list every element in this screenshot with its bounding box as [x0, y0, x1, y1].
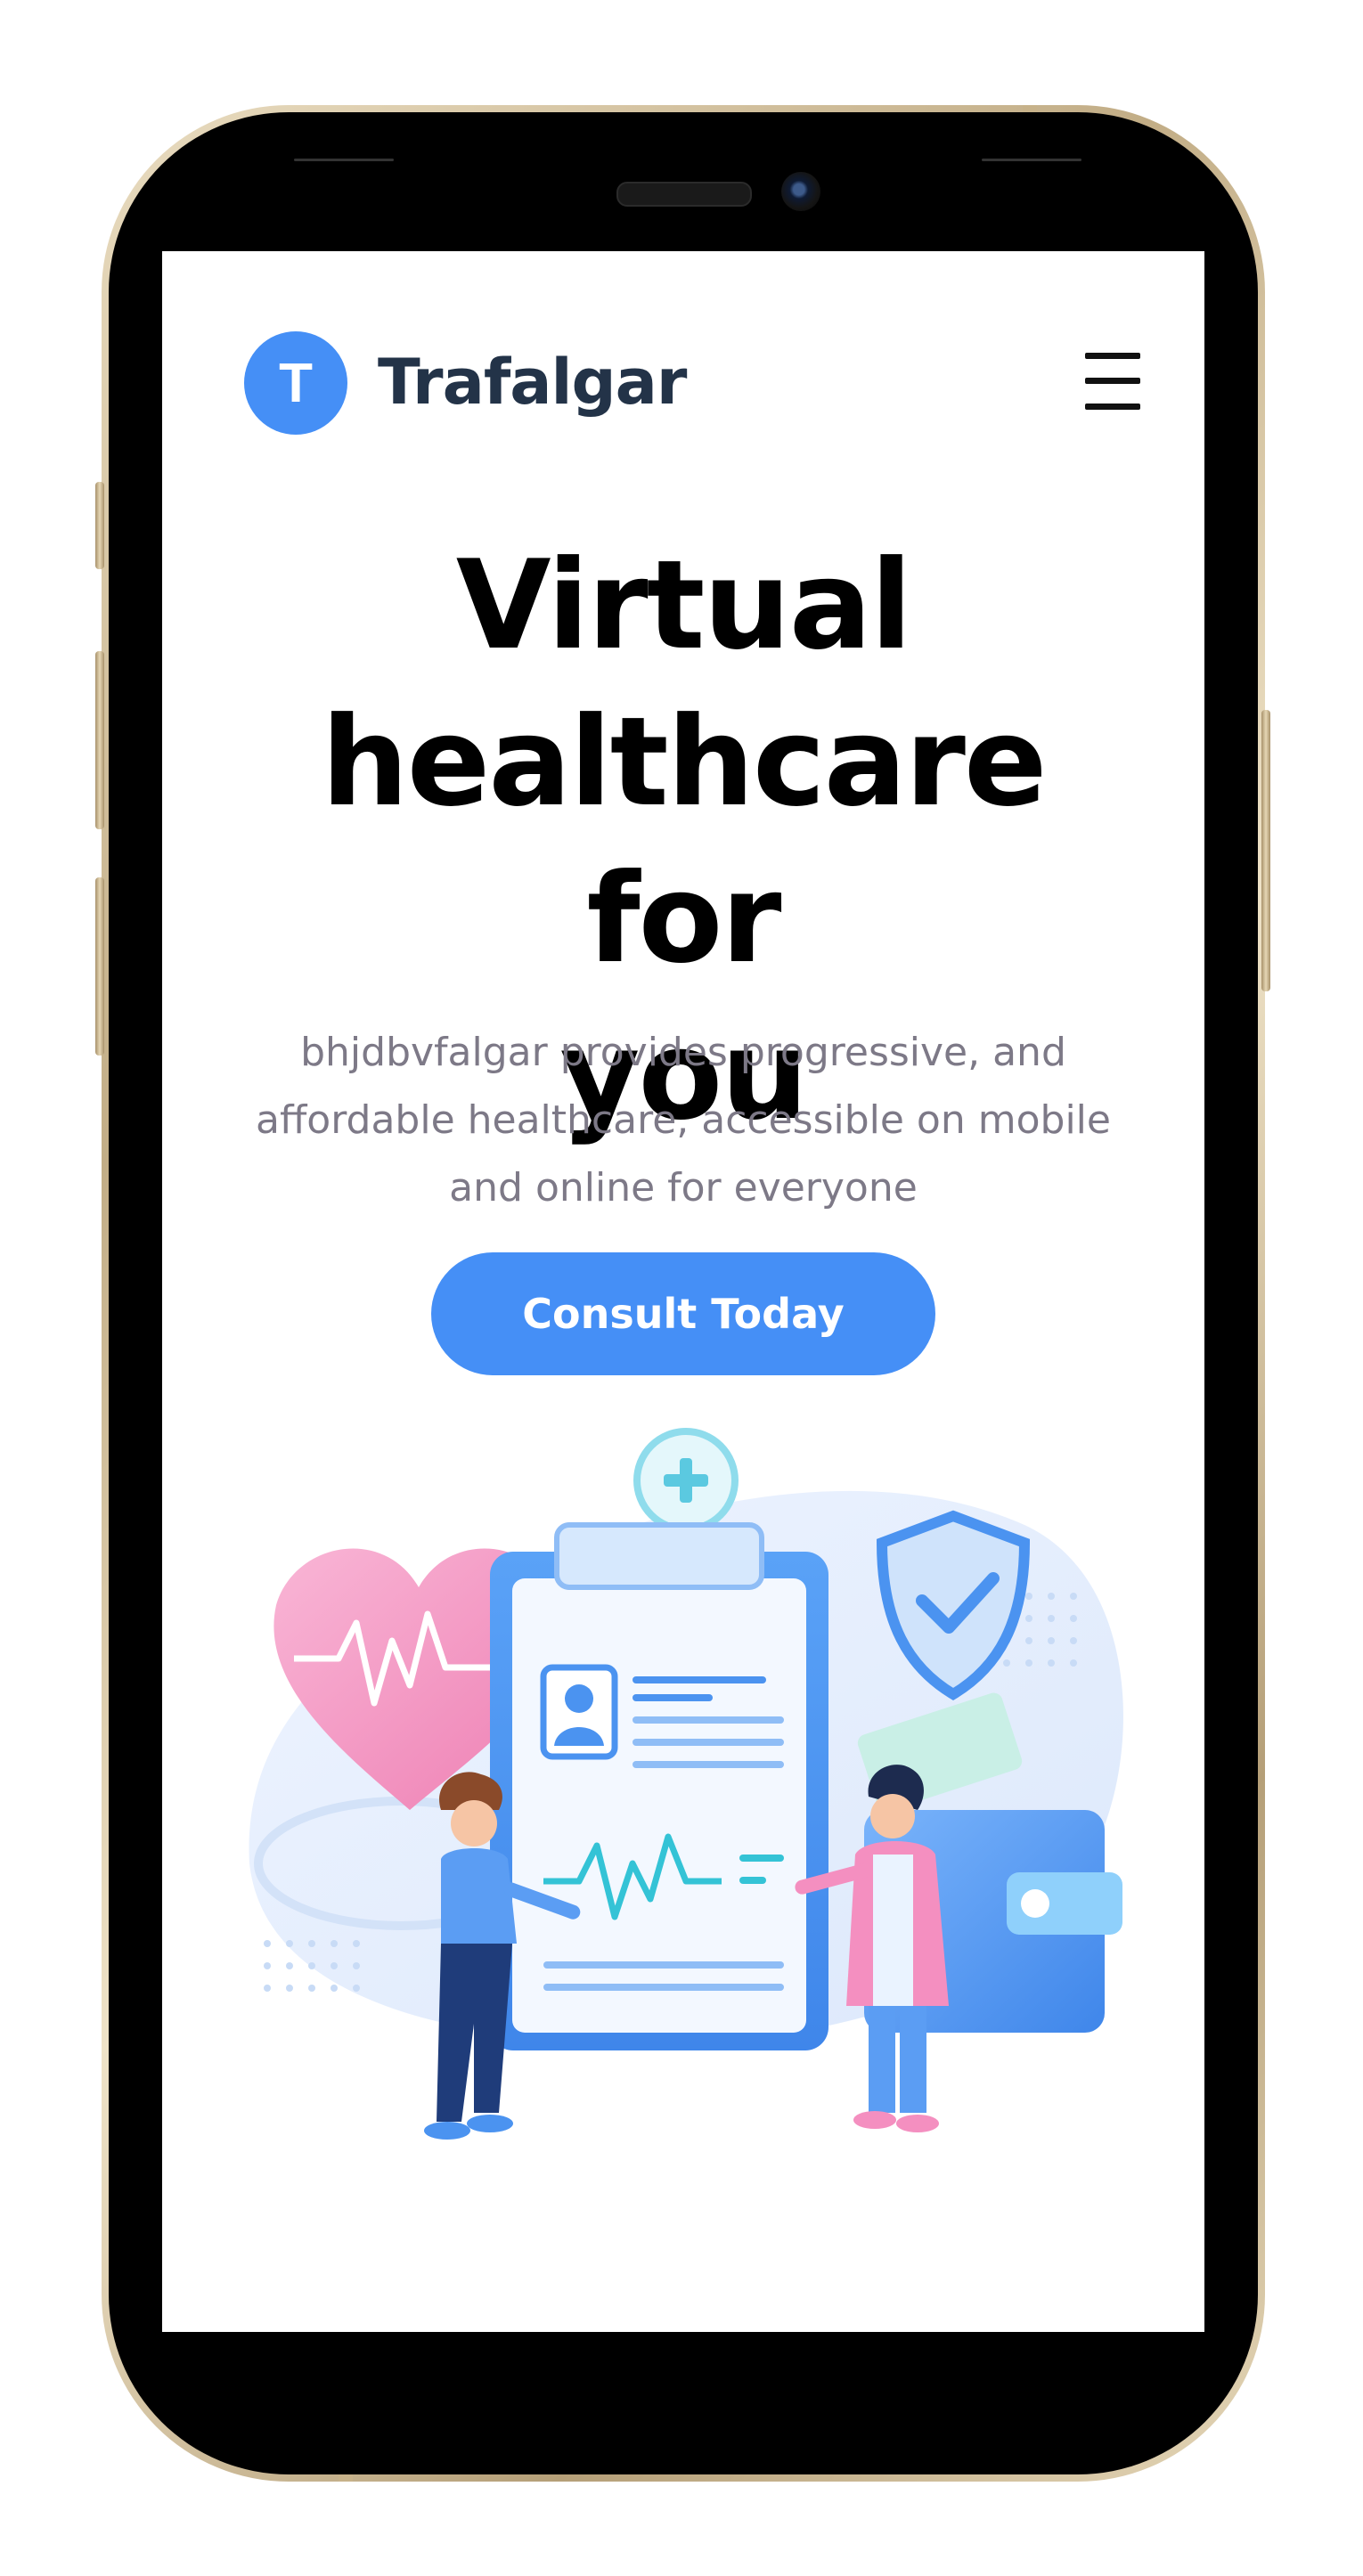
notch-line	[982, 159, 1081, 161]
logo-letter: T	[279, 352, 313, 414]
antenna-band	[1023, 105, 1037, 112]
front-camera	[781, 172, 820, 211]
volume-up-button	[95, 651, 104, 829]
mute-switch	[95, 482, 104, 569]
hamburger-menu-icon[interactable]	[1085, 353, 1140, 410]
hero-subtitle-line: and online for everyone	[449, 1165, 918, 1211]
phone-screen: T Trafalgar Virtual healthcare for you b…	[162, 251, 1204, 2332]
hero-title-line: healthcare for	[321, 690, 1047, 990]
hero-subtitle: bhjdbvfalgar provides progressive, and a…	[238, 1019, 1129, 1222]
antenna-band	[339, 2474, 353, 2482]
power-button	[1261, 710, 1270, 991]
navbar: T Trafalgar	[244, 331, 1140, 435]
hero-subtitle-line: affordable healthcare, accessible on mob…	[256, 1097, 1111, 1143]
logo-badge[interactable]: T	[244, 331, 347, 435]
brand-name[interactable]: Trafalgar	[378, 346, 687, 419]
volume-down-button	[95, 877, 104, 1056]
earpiece-speaker	[616, 182, 752, 207]
consult-today-button[interactable]: Consult Today	[431, 1252, 935, 1375]
hero-title-line: Virtual	[455, 534, 912, 677]
healthcare-illustration	[249, 1428, 1123, 2140]
hero-subtitle-line: bhjdbvfalgar provides progressive, and	[300, 1030, 1066, 1075]
notch-line	[294, 159, 394, 161]
